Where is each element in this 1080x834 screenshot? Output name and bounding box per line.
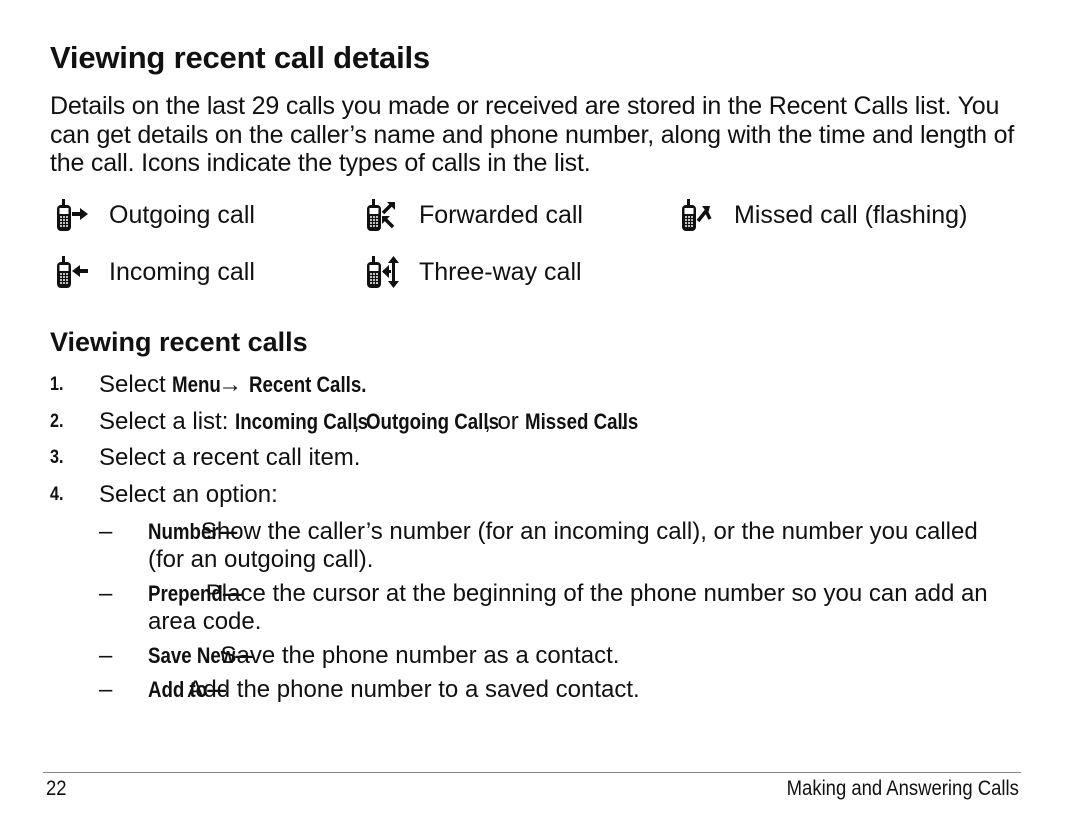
- three-way-call-icon: [367, 256, 399, 288]
- intro-paragraph: Details on the last 29 calls you made or…: [50, 92, 1015, 177]
- legend-label: Incoming call: [109, 257, 255, 286]
- incoming-calls-label: Incoming Calls: [235, 408, 369, 434]
- dash-bullet: –: [99, 676, 113, 703]
- page-heading: Viewing recent call details: [50, 40, 430, 75]
- option-item: – Prepend—Place the cursor at the beginn…: [99, 580, 1019, 636]
- option-description: Show the caller’s number (for an incomin…: [148, 518, 978, 573]
- step-text: Select: [99, 371, 173, 398]
- legend-missed: Missed call (flashing): [678, 197, 967, 233]
- legend-forwarded: Forwarded call: [363, 197, 583, 233]
- footer-divider: [43, 772, 1021, 773]
- step-number: 4.: [50, 483, 64, 505]
- legend-label: Missed call (flashing): [734, 200, 968, 229]
- dash-bullet: –: [99, 580, 113, 607]
- option-item: – Number—Show the caller’s number (for a…: [99, 518, 1019, 574]
- option-item: – Save New—Save the phone number as a co…: [99, 642, 1019, 670]
- recent-calls-label: Recent Calls.: [248, 372, 367, 397]
- option-description: Save the phone number as a contact.: [220, 642, 620, 669]
- legend-incoming: Incoming call: [53, 254, 255, 290]
- legend-label: Outgoing call: [109, 200, 255, 229]
- option-description: Place the cursor at the beginning of the…: [148, 580, 988, 635]
- legend-outgoing: Outgoing call: [53, 197, 255, 233]
- step-item: 3. Select a recent call item.: [50, 443, 1040, 480]
- option-description: Add the phone number to a saved contact.: [187, 676, 640, 703]
- dash-bullet: –: [99, 518, 113, 545]
- section-heading: Viewing recent calls: [50, 327, 308, 357]
- step-number: 3.: [50, 447, 64, 468]
- dash-bullet: –: [99, 642, 113, 669]
- step-number: 1.: [50, 374, 64, 395]
- legend-label: Three-way call: [419, 257, 582, 286]
- option-term: Number—: [148, 519, 238, 544]
- menu-label: Menu: [172, 372, 222, 397]
- outgoing-calls-label: Outgoing Calls: [366, 408, 500, 434]
- missed-call-icon: [682, 199, 712, 231]
- step-item: 2. Select a list: Incoming Calls, Outgoi…: [50, 407, 1040, 444]
- options-list: – Number—Show the caller’s number (for a…: [99, 518, 1019, 710]
- step-item: 1. Select Menu → Recent Calls.: [50, 370, 1040, 407]
- step-text: Select a recent call item.: [99, 444, 361, 471]
- page-number: 22: [46, 777, 67, 800]
- option-term: Prepend—: [148, 581, 242, 606]
- step-text: Select an option:: [99, 480, 278, 508]
- option-term: Add to—: [148, 677, 226, 702]
- step-number: 2.: [50, 410, 64, 432]
- step-item: 4. Select an option:: [50, 480, 1040, 517]
- option-term: Save New—: [148, 643, 255, 668]
- steps-list: 1. Select Menu → Recent Calls. 2. Select…: [50, 370, 1040, 516]
- legend-three-way: Three-way call: [363, 254, 582, 290]
- option-item: – Add to—Add the phone number to a saved…: [99, 676, 1019, 704]
- section-title: Making and Answering Calls: [786, 777, 1019, 800]
- incoming-call-icon: [57, 256, 88, 288]
- outgoing-call-icon: [57, 199, 88, 231]
- forwarded-call-icon: [367, 199, 395, 231]
- missed-calls-label: Missed Calls: [525, 408, 639, 434]
- step-text: Select a list:: [99, 407, 236, 435]
- legend-label: Forwarded call: [419, 200, 583, 229]
